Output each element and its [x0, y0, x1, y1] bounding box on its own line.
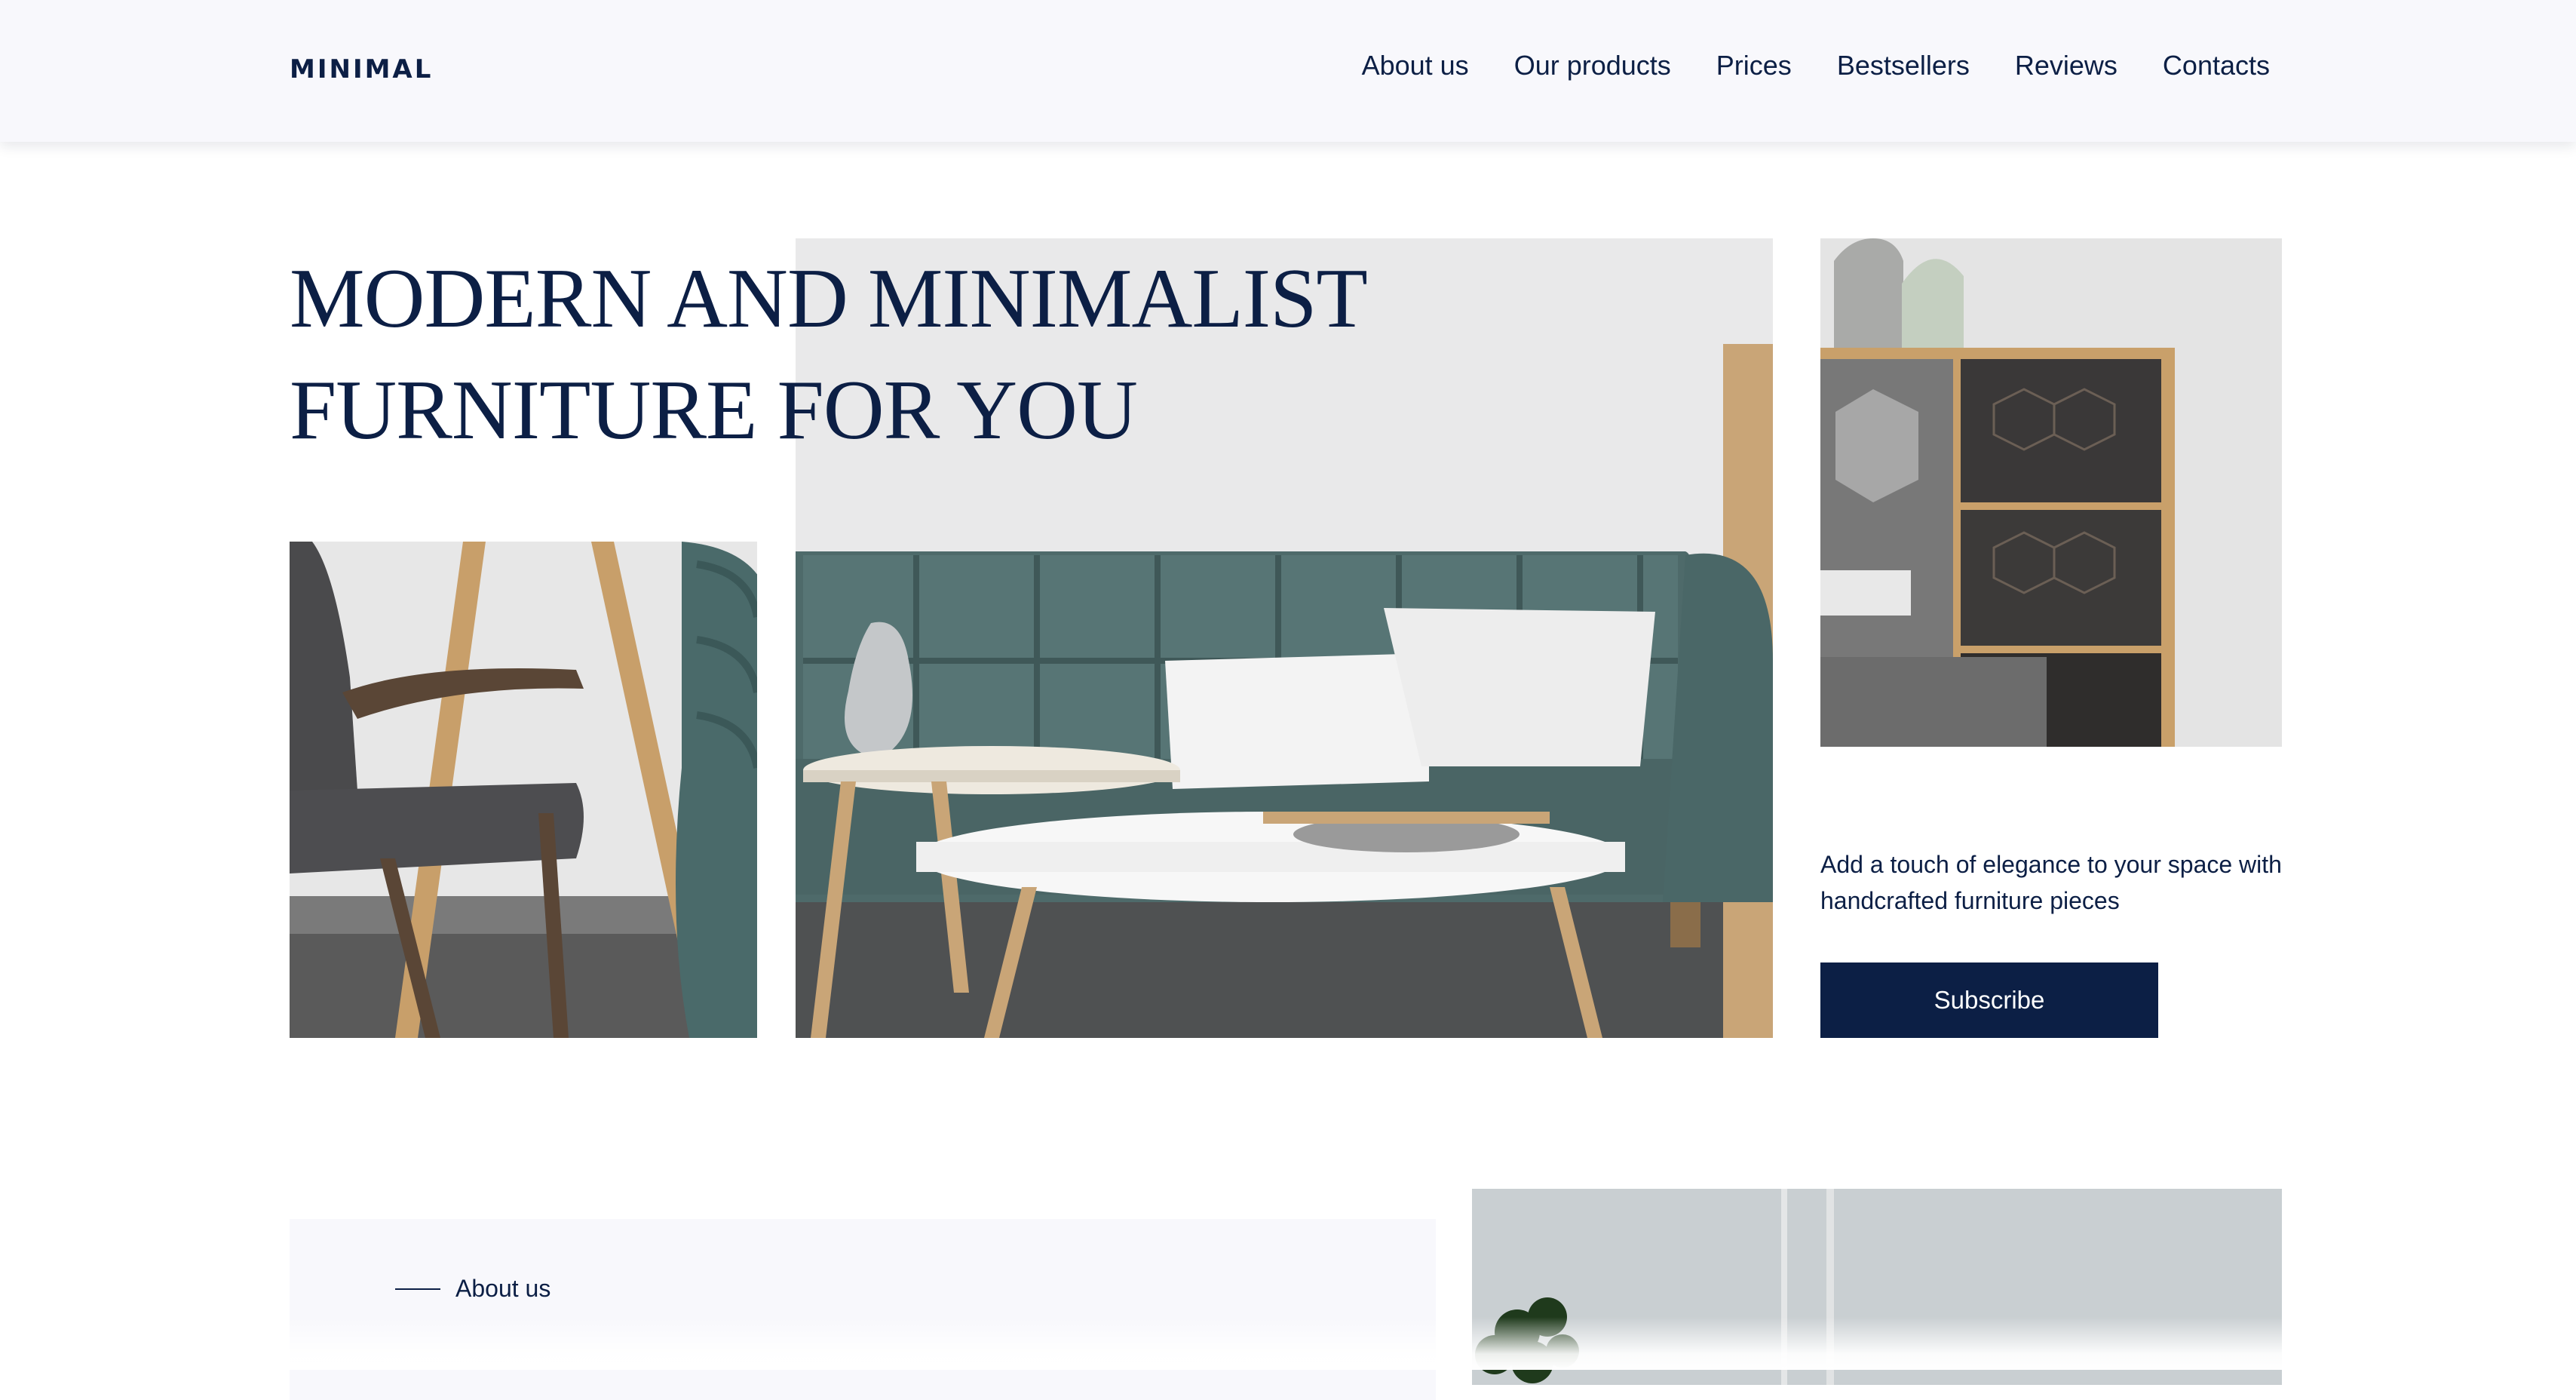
logo[interactable]: MINIMAL	[290, 54, 433, 84]
nav-prices[interactable]: Prices	[1716, 50, 1792, 81]
divider-line	[395, 1288, 440, 1290]
hero-title: MODERN AND MINIMALIST FURNITURE FOR YOU	[290, 243, 1368, 466]
nav-reviews[interactable]: Reviews	[2015, 50, 2118, 81]
hero-tagline: Add a touch of elegance to your space wi…	[1820, 851, 2282, 914]
shelf-photo	[1820, 238, 2282, 747]
about-section-label: About us	[395, 1275, 550, 1303]
nav-contacts[interactable]: Contacts	[2163, 50, 2270, 81]
logo-text: MINIMAL	[290, 54, 434, 84]
subscribe-button[interactable]: Subscribe	[1820, 962, 2158, 1038]
site-header: MINIMAL About us Our products Prices Bes…	[0, 0, 2576, 142]
nav-our-products[interactable]: Our products	[1514, 50, 1671, 81]
hero-title-line-1: MODERN AND MINIMALIST	[290, 252, 1368, 345]
nav-bestsellers[interactable]: Bestsellers	[1837, 50, 1970, 81]
bottom-fade	[0, 1317, 2576, 1370]
nav-about-us[interactable]: About us	[1362, 50, 1469, 81]
armchair-photo	[290, 542, 757, 1038]
about-label-text: About us	[455, 1275, 551, 1302]
main-nav: About us Our products Prices Bestsellers…	[1362, 50, 2270, 81]
about-panel	[290, 1219, 1436, 1400]
hero-title-line-2: FURNITURE FOR YOU	[290, 364, 1138, 457]
